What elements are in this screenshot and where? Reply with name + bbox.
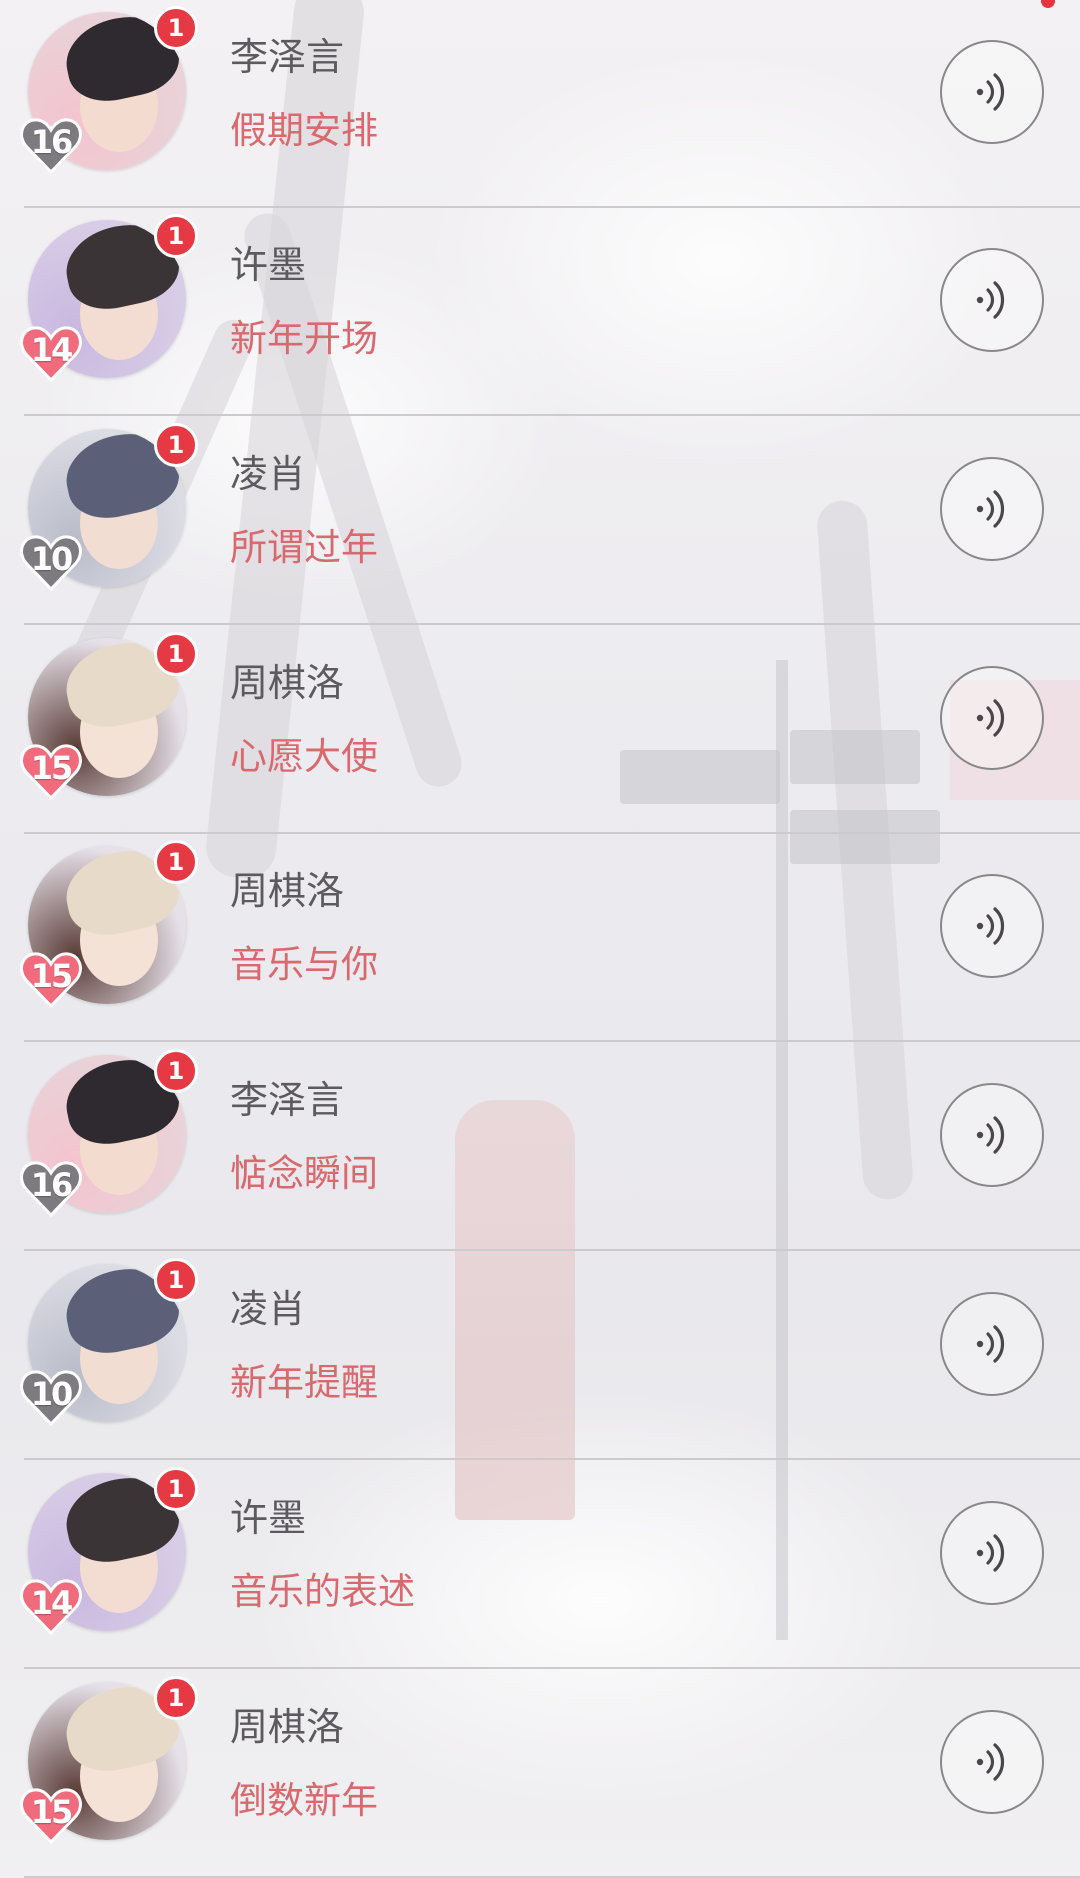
unread-badge: 1 — [154, 214, 198, 258]
message-title: 心愿大使 — [230, 735, 378, 778]
message-title: 所谓过年 — [230, 526, 378, 569]
unread-badge: 1 — [154, 6, 198, 50]
level-number: 16 — [30, 1166, 74, 1204]
character-name: 凌肖 — [230, 1287, 307, 1331]
level-number: 15 — [30, 957, 74, 995]
unread-badge: 1 — [154, 1676, 198, 1720]
level-number: 14 — [30, 1584, 74, 1622]
list-item[interactable]: 1 10 凌肖 所谓过年 — [0, 417, 1080, 625]
character-name: 许墨 — [230, 1496, 307, 1540]
row-divider — [24, 414, 1080, 416]
message-title: 新年开场 — [230, 317, 378, 360]
character-name: 李泽言 — [230, 35, 345, 79]
voice-play-button[interactable] — [940, 457, 1044, 561]
voice-play-button[interactable] — [940, 1710, 1044, 1814]
unread-badge: 1 — [154, 1258, 198, 1302]
voice-play-button[interactable] — [940, 1292, 1044, 1396]
unread-badge: 1 — [154, 632, 198, 676]
heart-level-icon: 10 — [18, 1364, 84, 1430]
message-title: 音乐与你 — [230, 943, 378, 986]
voice-play-button[interactable] — [940, 248, 1044, 352]
heart-level-icon: 15 — [18, 1782, 84, 1848]
character-name: 李泽言 — [230, 1078, 345, 1122]
unread-badge: 1 — [154, 423, 198, 467]
heart-level-icon: 14 — [18, 1573, 84, 1639]
message-title: 新年提醒 — [230, 1361, 378, 1404]
row-divider — [24, 1249, 1080, 1251]
heart-level-icon: 14 — [18, 320, 84, 386]
row-divider — [24, 623, 1080, 625]
level-number: 14 — [30, 331, 74, 369]
row-divider — [24, 1040, 1080, 1042]
character-name: 周棋洛 — [230, 1705, 345, 1749]
list-item[interactable]: 1 15 周棋洛 音乐与你 — [0, 834, 1080, 1042]
heart-level-icon: 16 — [18, 112, 84, 178]
voice-play-button[interactable] — [940, 1083, 1044, 1187]
list-item[interactable]: 1 14 许墨 音乐的表述 — [0, 1461, 1080, 1669]
list-item[interactable]: 1 10 凌肖 新年提醒 — [0, 1252, 1080, 1460]
level-number: 15 — [30, 749, 74, 787]
level-number: 10 — [30, 540, 74, 578]
unread-badge: 1 — [154, 1467, 198, 1511]
voice-play-button[interactable] — [940, 666, 1044, 770]
character-name: 周棋洛 — [230, 869, 345, 913]
voice-play-button[interactable] — [940, 40, 1044, 144]
level-number: 15 — [30, 1793, 74, 1831]
voice-play-button[interactable] — [940, 874, 1044, 978]
list-item[interactable]: 1 14 许墨 新年开场 — [0, 208, 1080, 416]
character-name: 周棋洛 — [230, 661, 345, 705]
character-name: 凌肖 — [230, 452, 307, 496]
level-number: 16 — [30, 123, 74, 161]
list-item[interactable]: 1 15 周棋洛 倒数新年 — [0, 1670, 1080, 1878]
unread-badge: 1 — [154, 840, 198, 884]
heart-level-icon: 10 — [18, 529, 84, 595]
voice-play-button[interactable] — [940, 1501, 1044, 1605]
row-divider — [24, 1458, 1080, 1460]
heart-level-icon: 15 — [18, 946, 84, 1012]
unread-badge: 1 — [154, 1049, 198, 1093]
heart-level-icon: 15 — [18, 738, 84, 804]
character-name: 许墨 — [230, 243, 307, 287]
message-title: 惦念瞬间 — [230, 1152, 378, 1195]
level-number: 10 — [30, 1375, 74, 1413]
message-title: 音乐的表述 — [230, 1570, 415, 1613]
row-divider — [24, 1667, 1080, 1669]
list-item[interactable]: 1 16 李泽言 惦念瞬间 — [0, 1043, 1080, 1251]
heart-level-icon: 16 — [18, 1155, 84, 1221]
list-item[interactable]: 1 16 李泽言 假期安排 — [0, 0, 1080, 208]
message-title: 假期安排 — [230, 109, 378, 152]
message-title: 倒数新年 — [230, 1779, 378, 1822]
list-item[interactable]: 1 15 周棋洛 心愿大使 — [0, 626, 1080, 834]
